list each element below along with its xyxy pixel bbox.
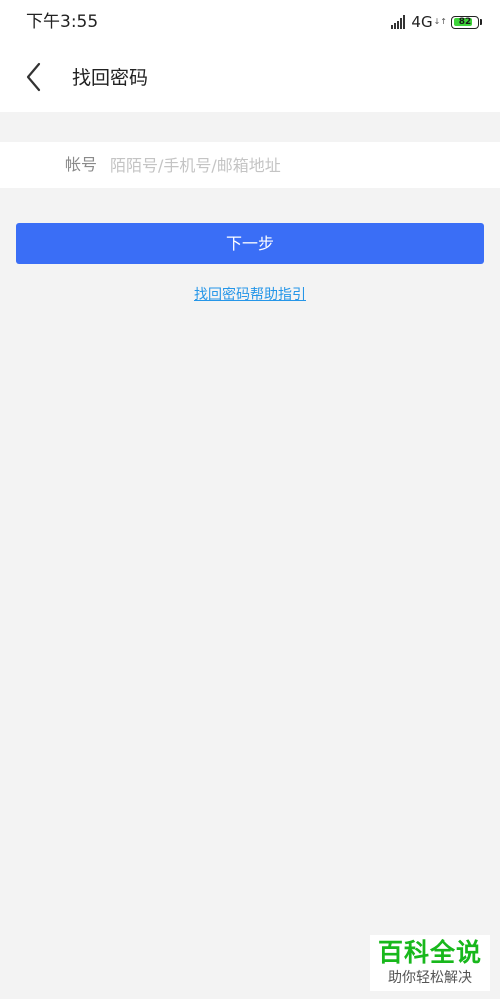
watermark-title: 百科全说 <box>377 938 482 967</box>
page-title: 找回密码 <box>72 67 149 89</box>
network-activity-icon: ↓↑ <box>433 17 447 26</box>
help-link[interactable]: 找回密码帮助指引 <box>194 287 306 303</box>
battery-cap <box>480 19 482 25</box>
account-label: 帐号 <box>65 155 98 174</box>
status-time: 下午3:55 <box>26 12 99 32</box>
chevron-left-icon <box>26 62 41 92</box>
account-row: 帐号 <box>0 142 500 188</box>
next-button[interactable]: 下一步 <box>16 223 484 264</box>
watermark-logo: 百科全说 助你轻松解决 <box>370 935 490 991</box>
help-link-container: 找回密码帮助指引 <box>0 284 500 306</box>
status-bar: 下午3:55 4G ↓↑ 82 <box>0 0 500 44</box>
network-type: 4G <box>411 13 433 31</box>
status-indicators: 4G ↓↑ 82 <box>391 12 482 32</box>
signal-icon <box>391 15 406 29</box>
battery-level: 82 <box>458 17 472 27</box>
back-button[interactable] <box>14 58 54 98</box>
header: 找回密码 <box>0 44 500 112</box>
watermark-subtitle: 助你轻松解决 <box>388 970 472 986</box>
battery-icon: 82 <box>451 15 479 29</box>
account-input[interactable] <box>110 150 480 180</box>
